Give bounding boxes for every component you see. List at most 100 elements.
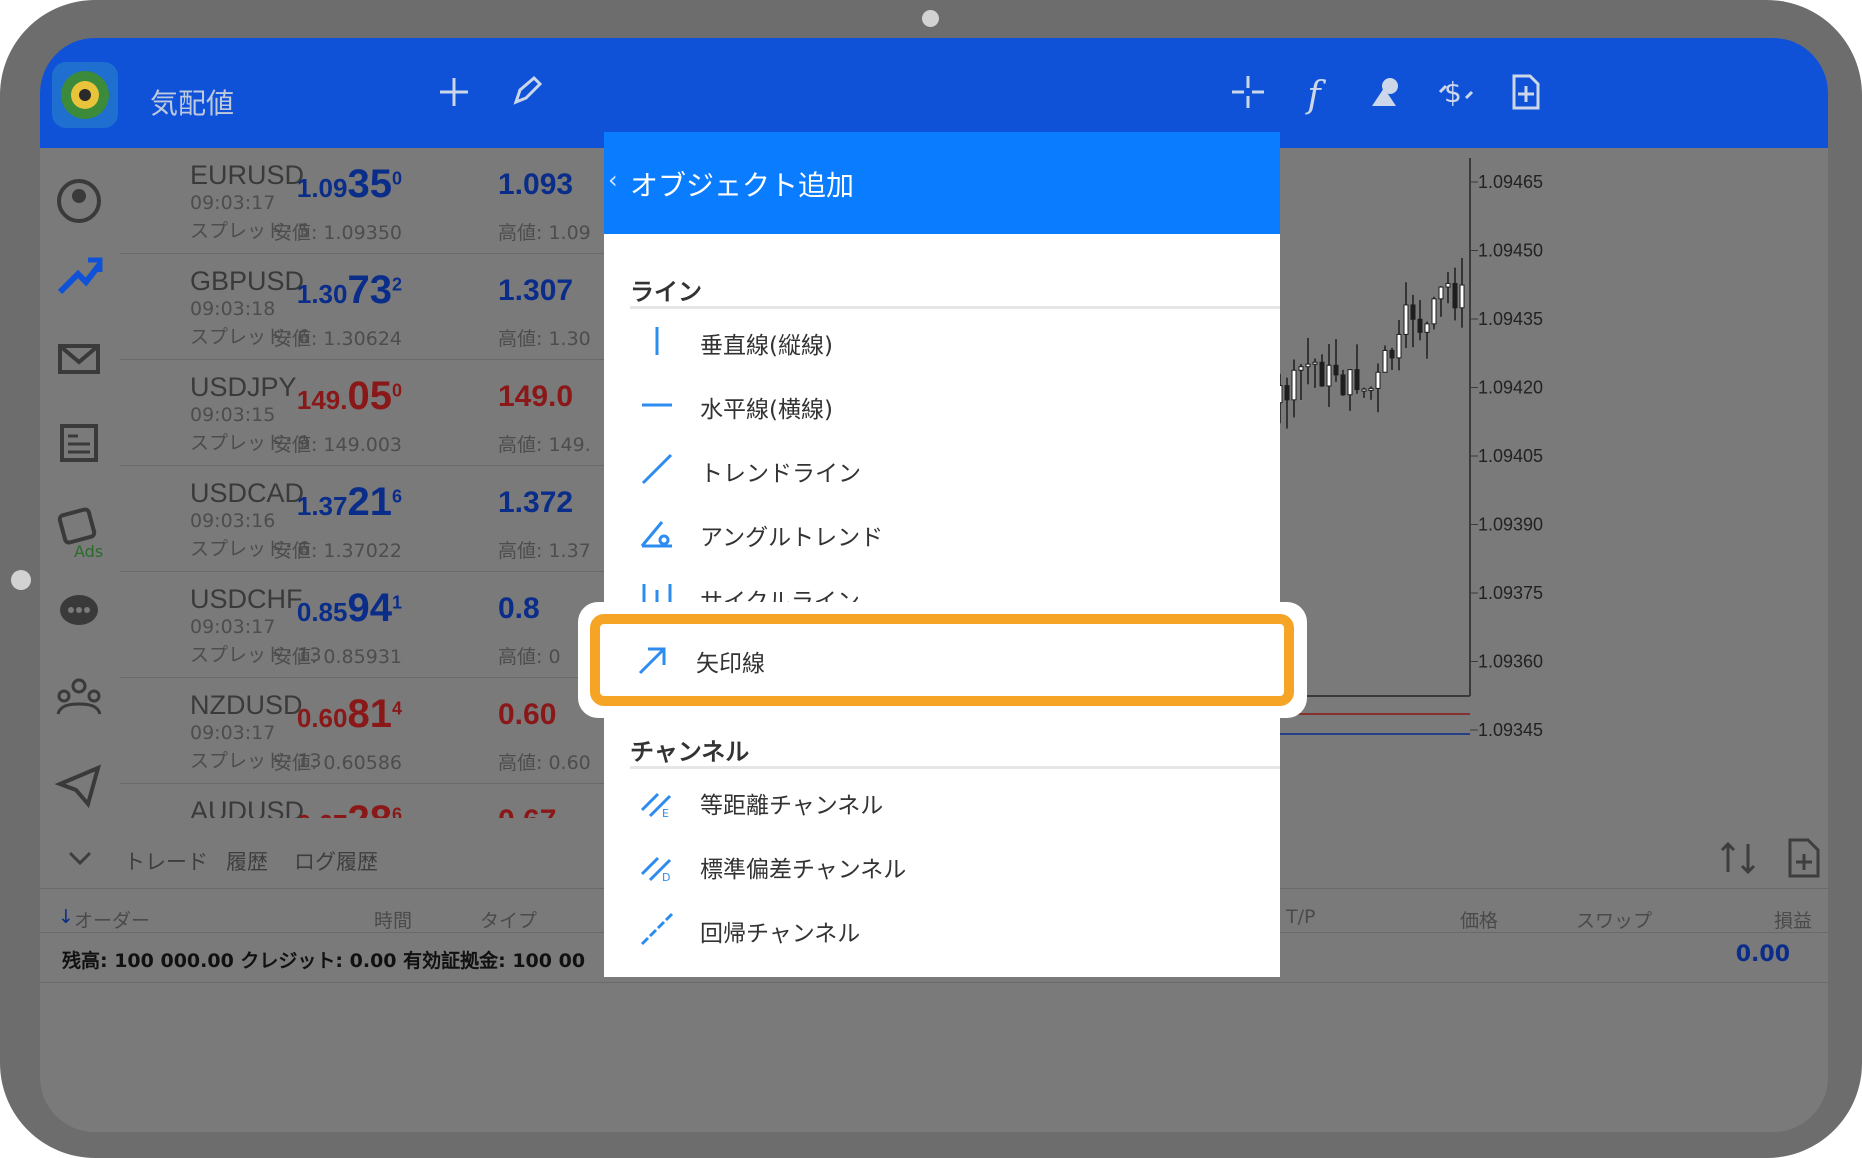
collapse-chevron-icon[interactable] <box>66 844 94 876</box>
candle-body <box>1431 298 1437 325</box>
col-time[interactable]: 時間 <box>374 906 412 933</box>
horizontal-line-icon <box>642 403 672 407</box>
price-label: 1.09345 <box>1478 720 1543 740</box>
quotes-list: EURUSD 09:03:17 スプレッド: 5 1.09350 安値: 1.0… <box>120 148 650 818</box>
mail-icon[interactable] <box>54 334 104 384</box>
menu-item-stddev-channel[interactable]: D 標準偏差チャンネル <box>630 836 1280 896</box>
candle-body <box>1459 284 1465 309</box>
news-icon[interactable] <box>54 418 104 468</box>
menu-item-vertical-line[interactable]: 垂直線(縦線) <box>630 312 1280 372</box>
sort-arrow-icon: ↓ <box>58 906 74 928</box>
chart-trade-icon[interactable] <box>54 252 104 302</box>
quote-row[interactable]: USDCHF 09:03:17 スプレッド: 13 0.85941 安値: 0.… <box>120 572 650 678</box>
candle-body <box>1291 369 1297 401</box>
crosshair-icon[interactable] <box>1224 72 1272 120</box>
quote-time: 09:03:17 <box>190 616 276 638</box>
col-tp[interactable]: T/P <box>1286 906 1315 928</box>
highlight-border: 矢印線 <box>590 614 1294 706</box>
quote-row[interactable]: GBPUSD 09:03:18 スプレッド: 6 1.30732 安値: 1.3… <box>120 254 650 360</box>
price-label: 1.09405 <box>1478 446 1543 466</box>
vertical-line-icon <box>655 327 659 355</box>
side-dot <box>11 570 31 590</box>
symbol: GBPUSD <box>190 266 305 296</box>
back-chevron-icon[interactable]: ‹ <box>608 166 618 194</box>
new-order-icon[interactable] <box>1502 72 1550 120</box>
new-order-panel-icon[interactable] <box>1786 838 1822 882</box>
low-price: 安値: 0.60586 <box>272 752 402 774</box>
symbol: USDCAD <box>190 478 305 508</box>
bid-price: 1.30732 <box>296 268 402 312</box>
candle-body <box>1347 369 1353 396</box>
candle-body <box>1417 318 1423 333</box>
chat-icon[interactable] <box>54 588 104 638</box>
tab-trade[interactable]: トレード <box>124 846 208 876</box>
send-icon[interactable] <box>54 760 104 810</box>
tablet-frame: 気配値 𝑓 $ Ads EURUSD 09:03:17 スプレッド: 5 1.0… <box>0 0 1862 1158</box>
page-title: 気配値 <box>150 87 235 120</box>
menu-item-horizontal-line[interactable]: 水平線(横線) <box>630 376 1280 436</box>
ads-icon[interactable]: Ads <box>54 502 104 561</box>
low-price: 安値: 1.30624 <box>272 328 402 350</box>
col-swap[interactable]: スワップ <box>1576 906 1652 933</box>
col-order[interactable]: オーダー <box>74 906 150 933</box>
trade-dollar-icon[interactable]: $ <box>1432 72 1480 120</box>
menu-item-angle-trend[interactable]: アングルトレンド <box>630 504 1280 564</box>
high-price: 高値: 1.09 <box>498 222 591 244</box>
candle-body <box>1403 304 1409 335</box>
price-label: 1.09450 <box>1478 241 1543 261</box>
quote-row[interactable]: AUDUSD 0.67286 0.67 <box>120 784 650 818</box>
ask-price: 1.307 <box>498 274 574 307</box>
menu-item-regression-channel[interactable]: 回帰チャンネル <box>630 900 1280 960</box>
tab-history[interactable]: 履歴 <box>226 846 268 876</box>
sort-icon[interactable] <box>1718 840 1758 880</box>
bid-price: 149.050 <box>296 374 402 418</box>
high-price: 高値: 0 <box>498 646 561 668</box>
candle-body <box>1368 387 1374 391</box>
menu-item-trendline[interactable]: トレンドライン <box>630 440 1280 500</box>
stddev-channel-icon: D <box>640 856 672 882</box>
symbol: NZDUSD <box>190 690 303 720</box>
menu-item-equidistant-channel[interactable]: E 等距離チャンネル <box>630 772 1280 832</box>
high-price: 高値: 1.37 <box>498 540 591 562</box>
candle-body <box>1340 374 1346 396</box>
trendline-icon <box>641 453 673 485</box>
quote-row[interactable]: NZDUSD 09:03:17 スプレッド: 13 0.60814 安値: 0.… <box>120 678 650 784</box>
quote-row[interactable]: USDCAD 09:03:16 スプレッド: 6 1.37216 安値: 1.3… <box>120 466 650 572</box>
tab-log-history[interactable]: ログ履歴 <box>294 846 378 876</box>
quote-row[interactable]: EURUSD 09:03:17 スプレッド: 5 1.09350 安値: 1.0… <box>120 148 650 254</box>
price-label: 1.09435 <box>1478 309 1543 329</box>
menu-item-arrow-line[interactable]: 矢印線 <box>626 624 1226 696</box>
objects-icon[interactable] <box>1362 72 1410 120</box>
ask-price: 149.0 <box>498 380 574 413</box>
low-price: 安値: 0.85931 <box>272 646 402 668</box>
candle-body <box>1382 349 1388 373</box>
balance-summary: 残高: 100 000.00 クレジット: 0.00 有効証拠金: 100 00 <box>62 950 586 972</box>
candle-body <box>1333 364 1339 376</box>
low-price: 安値: 1.37022 <box>272 540 402 562</box>
ask-price: 0.67 <box>498 804 556 818</box>
high-price: 高値: 1.30 <box>498 328 591 350</box>
col-type[interactable]: タイプ <box>480 906 537 933</box>
pencil-icon[interactable] <box>502 72 550 120</box>
app-logo[interactable] <box>52 62 118 128</box>
add-icon[interactable] <box>430 72 478 120</box>
col-profit[interactable]: 損益 <box>1774 906 1812 933</box>
high-price: 高値: 149. <box>498 434 591 456</box>
quote-row[interactable]: USDJPY 09:03:15 スプレッド: 9 149.050 安値: 149… <box>120 360 650 466</box>
candle-body <box>1305 363 1311 368</box>
community-icon[interactable] <box>54 672 104 722</box>
col-price[interactable]: 価格 <box>1460 906 1498 933</box>
ask-price: 0.8 <box>498 592 540 625</box>
symbol: EURUSD <box>190 160 305 190</box>
symbol: USDJPY <box>190 372 297 402</box>
low-price: 安値: 1.09350 <box>272 222 402 244</box>
quotes-icon[interactable] <box>54 176 104 226</box>
divider <box>40 982 1828 983</box>
price-label: 1.09420 <box>1478 378 1543 398</box>
arrow-line-icon <box>638 647 666 675</box>
angle-trend-icon <box>640 521 672 548</box>
function-icon[interactable]: 𝑓 <box>1290 72 1338 120</box>
quote-time: 09:03:16 <box>190 510 276 532</box>
candle-body <box>1312 361 1318 365</box>
candle-body <box>1410 304 1416 320</box>
